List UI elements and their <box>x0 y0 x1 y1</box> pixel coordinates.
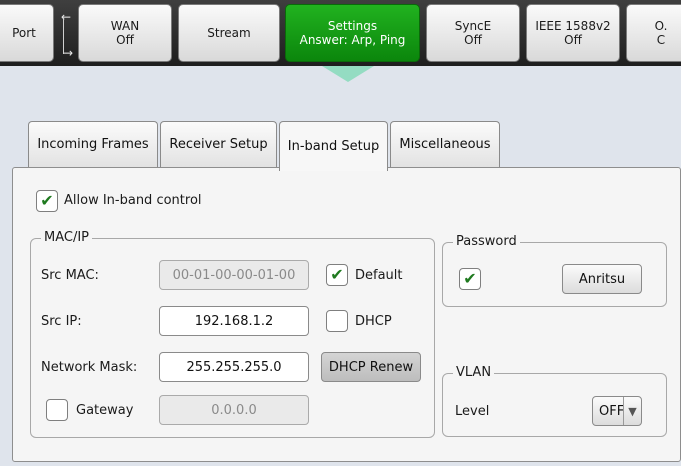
synce-state: Off <box>464 33 482 47</box>
gateway-label: Gateway <box>76 403 134 418</box>
src-ip-field[interactable]: 192.168.1.2 <box>159 306 309 336</box>
vlan-group: VLAN Level OFF ▼ <box>442 365 667 437</box>
tab-label: Incoming Frames <box>37 137 149 152</box>
gateway-checkbox[interactable] <box>46 399 68 421</box>
tab-miscellaneous[interactable]: Miscellaneous <box>390 121 500 167</box>
src-mac-label: Src MAC: <box>41 268 99 283</box>
dhcp-checkbox[interactable] <box>326 310 348 332</box>
password-button[interactable]: Anritsu <box>562 264 642 294</box>
network-mask-label: Network Mask: <box>41 360 138 375</box>
ieee-title: IEEE 1588v2 <box>535 19 611 33</box>
vlan-title: VLAN <box>453 365 495 380</box>
src-mac-value: 00-01-00-00-01-00 <box>172 267 296 283</box>
active-section-pointer <box>322 66 374 82</box>
port-button[interactable]: Port <box>0 4 54 62</box>
ieee1588-button[interactable]: IEEE 1588v2 Off <box>526 4 620 62</box>
password-checkbox[interactable]: ✔ <box>459 268 481 290</box>
src-ip-value: 192.168.1.2 <box>194 313 274 329</box>
password-title: Password <box>453 234 520 249</box>
chevron-down-icon: ▼ <box>623 397 641 425</box>
synce-title: SyncE <box>454 19 492 33</box>
settings-state: Answer: Arp, Ping <box>299 33 406 47</box>
tab-label: In-band Setup <box>287 139 380 154</box>
dhcp-label: DHCP <box>355 314 392 329</box>
allow-inband-checkbox[interactable]: ✔ <box>36 190 58 212</box>
oam-state: C <box>656 33 666 47</box>
dhcp-renew-button[interactable]: DHCP Renew <box>321 352 421 382</box>
wan-title: WAN <box>110 19 140 33</box>
stream-label: Stream <box>207 26 251 40</box>
check-icon: ✔ <box>40 191 54 210</box>
wan-button[interactable]: WAN Off <box>78 4 172 62</box>
ieee-state: Off <box>564 33 582 47</box>
src-mac-field: 00-01-00-00-01-00 <box>159 260 309 290</box>
check-icon: ✔ <box>330 265 344 284</box>
synce-button[interactable]: SyncE Off <box>426 4 520 62</box>
allow-inband-label: Allow In-band control <box>64 193 202 208</box>
vlan-level-label: Level <box>455 404 490 419</box>
vlan-level-value: OFF <box>599 403 625 419</box>
tab-label: Miscellaneous <box>399 137 491 152</box>
password-group: Password ✔ Anritsu <box>442 234 667 307</box>
src-ip-label: Src IP: <box>41 314 82 329</box>
vlan-level-select[interactable]: OFF ▼ <box>592 396 642 426</box>
network-mask-field[interactable]: 255.255.255.0 <box>159 352 309 382</box>
stream-button[interactable]: Stream <box>178 4 280 62</box>
gateway-field: 0.0.0.0 <box>159 395 309 425</box>
network-mask-value: 255.255.255.0 <box>186 359 282 375</box>
oam-title: O. <box>654 19 668 33</box>
mac-ip-title: MAC/IP <box>41 230 93 245</box>
mac-ip-group: MAC/IP Src MAC: 00-01-00-00-01-00 ✔ Defa… <box>30 230 435 438</box>
in-band-setup-panel: ✔ Allow In-band control MAC/IP Src MAC: … <box>12 167 681 462</box>
settings-button[interactable]: Settings Answer: Arp, Ping <box>285 4 420 62</box>
tab-label: Receiver Setup <box>169 137 268 152</box>
dhcp-renew-label: DHCP Renew <box>328 359 414 375</box>
oam-button[interactable]: O. C <box>626 4 681 62</box>
tab-in-band-setup[interactable]: In-band Setup <box>279 121 388 171</box>
gateway-value: 0.0.0.0 <box>211 402 257 418</box>
arrow-right-icon[interactable]: → <box>63 46 73 60</box>
top-navigation-bar: Port ← → WAN Off Stream Settings Answer:… <box>0 0 681 66</box>
tab-receiver-setup[interactable]: Receiver Setup <box>160 121 277 167</box>
default-label: Default <box>355 268 403 283</box>
settings-title: Settings <box>327 19 378 33</box>
tab-incoming-frames[interactable]: Incoming Frames <box>28 121 158 167</box>
check-icon: ✔ <box>463 269 477 288</box>
wan-state: Off <box>116 33 134 47</box>
port-label: Port <box>12 26 36 40</box>
password-value: Anritsu <box>578 271 626 287</box>
default-checkbox[interactable]: ✔ <box>326 264 348 286</box>
nav-scroll-arrows[interactable]: ← → <box>57 10 79 62</box>
